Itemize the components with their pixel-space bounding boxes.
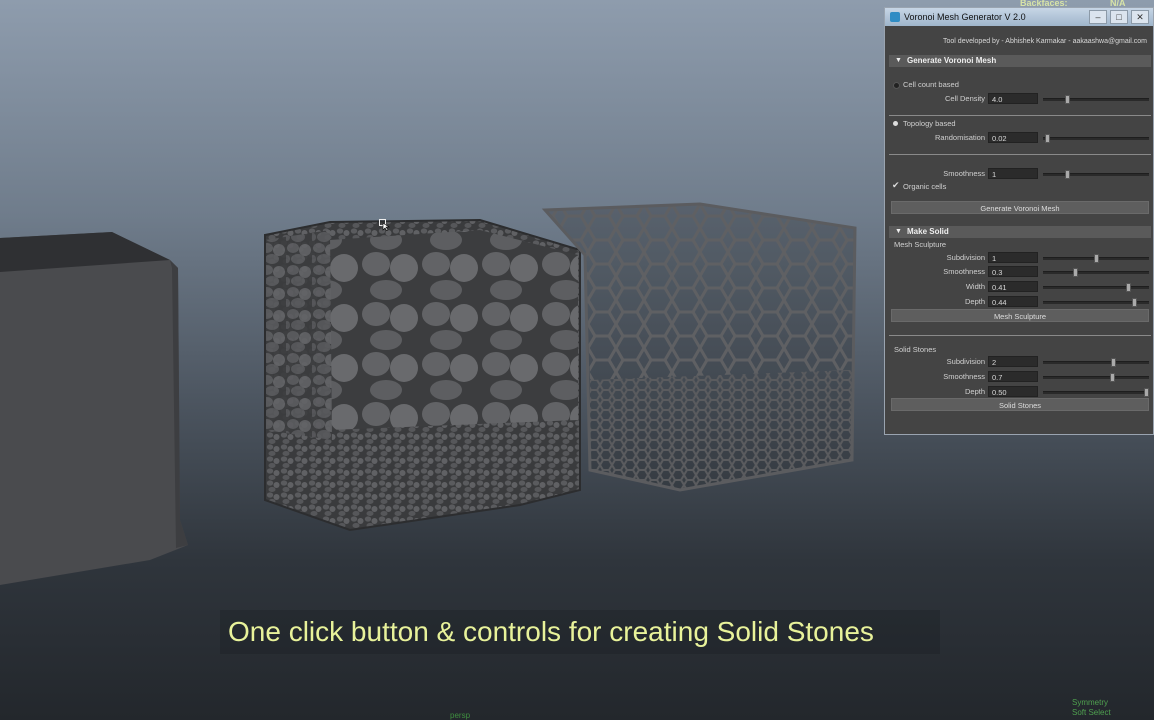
label-ms-smoothness: Smoothness [943,267,985,276]
radio-topology[interactable] [893,121,898,126]
radio-cell-count[interactable] [893,82,900,89]
ms-width-slider[interactable] [1043,283,1149,292]
collapse-triangle-icon: ▼ [895,57,902,64]
label-ss-depth: Depth [964,387,985,396]
slider-handle[interactable] [1073,268,1079,277]
ms-smoothness-slider[interactable] [1043,268,1149,277]
label-mesh-sculpture: Mesh Sculpture [894,240,947,249]
ss-depth-slider[interactable] [1043,388,1149,397]
smoothness-slider[interactable] [1043,170,1149,179]
label-solid-stones: Solid Stones [894,345,937,354]
mouse-cursor-icon [379,219,390,231]
ss-depth-field[interactable]: 0.50 [988,386,1038,397]
section-generate-voronoi-mesh[interactable]: ▼ Generate Voronoi Mesh [889,55,1151,67]
ss-smoothness-field[interactable]: 0.7 [988,371,1038,382]
solid-stones-button[interactable]: Solid Stones [891,398,1149,411]
slider-handle[interactable] [1131,298,1137,307]
label-ss-subdivision: Subdivision [946,357,985,366]
label-organic-cells: Organic cells [903,182,947,191]
ms-depth-slider[interactable] [1043,298,1149,307]
window-controls: – □ ✕ [1089,10,1149,24]
slider-handle[interactable] [1065,170,1071,179]
randomisation-field[interactable]: 0.02 [988,132,1038,143]
generate-voronoi-mesh-button[interactable]: Generate Voronoi Mesh [891,201,1149,214]
slider-handle[interactable] [1125,283,1131,292]
section-title: Generate Voronoi Mesh [907,56,997,65]
label-randomisation: Randomisation [934,133,985,142]
label-cell-count-based: Cell count based [903,80,959,89]
collapse-triangle-icon: ▼ [895,228,902,235]
label-ss-smoothness: Smoothness [943,372,985,381]
label-cell-density: Cell Density [944,94,985,103]
ss-smoothness-slider[interactable] [1043,373,1149,382]
label-ms-width: Width [965,282,985,291]
section-make-solid[interactable]: ▼ Make Solid [889,226,1151,238]
maximize-button[interactable]: □ [1110,10,1128,24]
organic-cells-checkbox[interactable]: ✔ [892,180,900,191]
app-icon [890,12,900,22]
window-titlebar[interactable]: Voronoi Mesh Generator V 2.0 – □ ✕ [885,8,1153,26]
minimize-button[interactable]: – [1089,10,1107,24]
smoothness-field[interactable]: 1 [988,168,1038,179]
caption-subtitle: One click button & controls for creating… [220,610,940,654]
slider-handle[interactable] [1065,95,1071,104]
divider [889,154,1151,155]
section-title: Make Solid [907,227,949,236]
ms-subdivision-slider[interactable] [1043,254,1149,263]
label-ms-depth: Depth [964,297,985,306]
ms-depth-field[interactable]: 0.44 [988,296,1038,307]
window-title: Voronoi Mesh Generator V 2.0 [904,12,1026,22]
divider [889,115,1151,116]
label-smoothness: Smoothness [943,169,985,178]
cell-density-field[interactable]: 4.0 [988,93,1038,104]
slider-handle[interactable] [1144,388,1149,397]
cell-density-slider[interactable] [1043,95,1149,104]
mesh-sculpture-button[interactable]: Mesh Sculpture [891,309,1149,322]
voronoi-tool-window: Voronoi Mesh Generator V 2.0 – □ ✕ Tool … [884,7,1154,435]
randomisation-slider[interactable] [1043,134,1149,143]
slider-handle[interactable] [1110,358,1116,367]
slider-handle[interactable] [1093,254,1099,263]
ms-width-field[interactable]: 0.41 [988,281,1038,292]
hud-camera-name: persp [450,711,471,720]
hud-bottom-right: Symmetry Soft Select [1072,698,1111,718]
slider-handle[interactable] [1045,134,1051,143]
ms-subdivision-field[interactable]: 1 [988,252,1038,263]
divider [889,335,1151,336]
label-topology-based: Topology based [903,119,956,128]
slider-handle[interactable] [1109,373,1115,382]
ms-smoothness-field[interactable]: 0.3 [988,266,1038,277]
label-ms-subdivision: Subdivision [946,253,985,262]
ss-subdivision-slider[interactable] [1043,358,1149,367]
hud-soft-select: Soft Select [1072,708,1111,717]
credit-text: Tool developed by - Abhishek Karmakar - … [943,38,1147,45]
close-button[interactable]: ✕ [1131,10,1149,24]
hud-symmetry: Symmetry [1072,698,1108,707]
ss-subdivision-field[interactable]: 2 [988,356,1038,367]
